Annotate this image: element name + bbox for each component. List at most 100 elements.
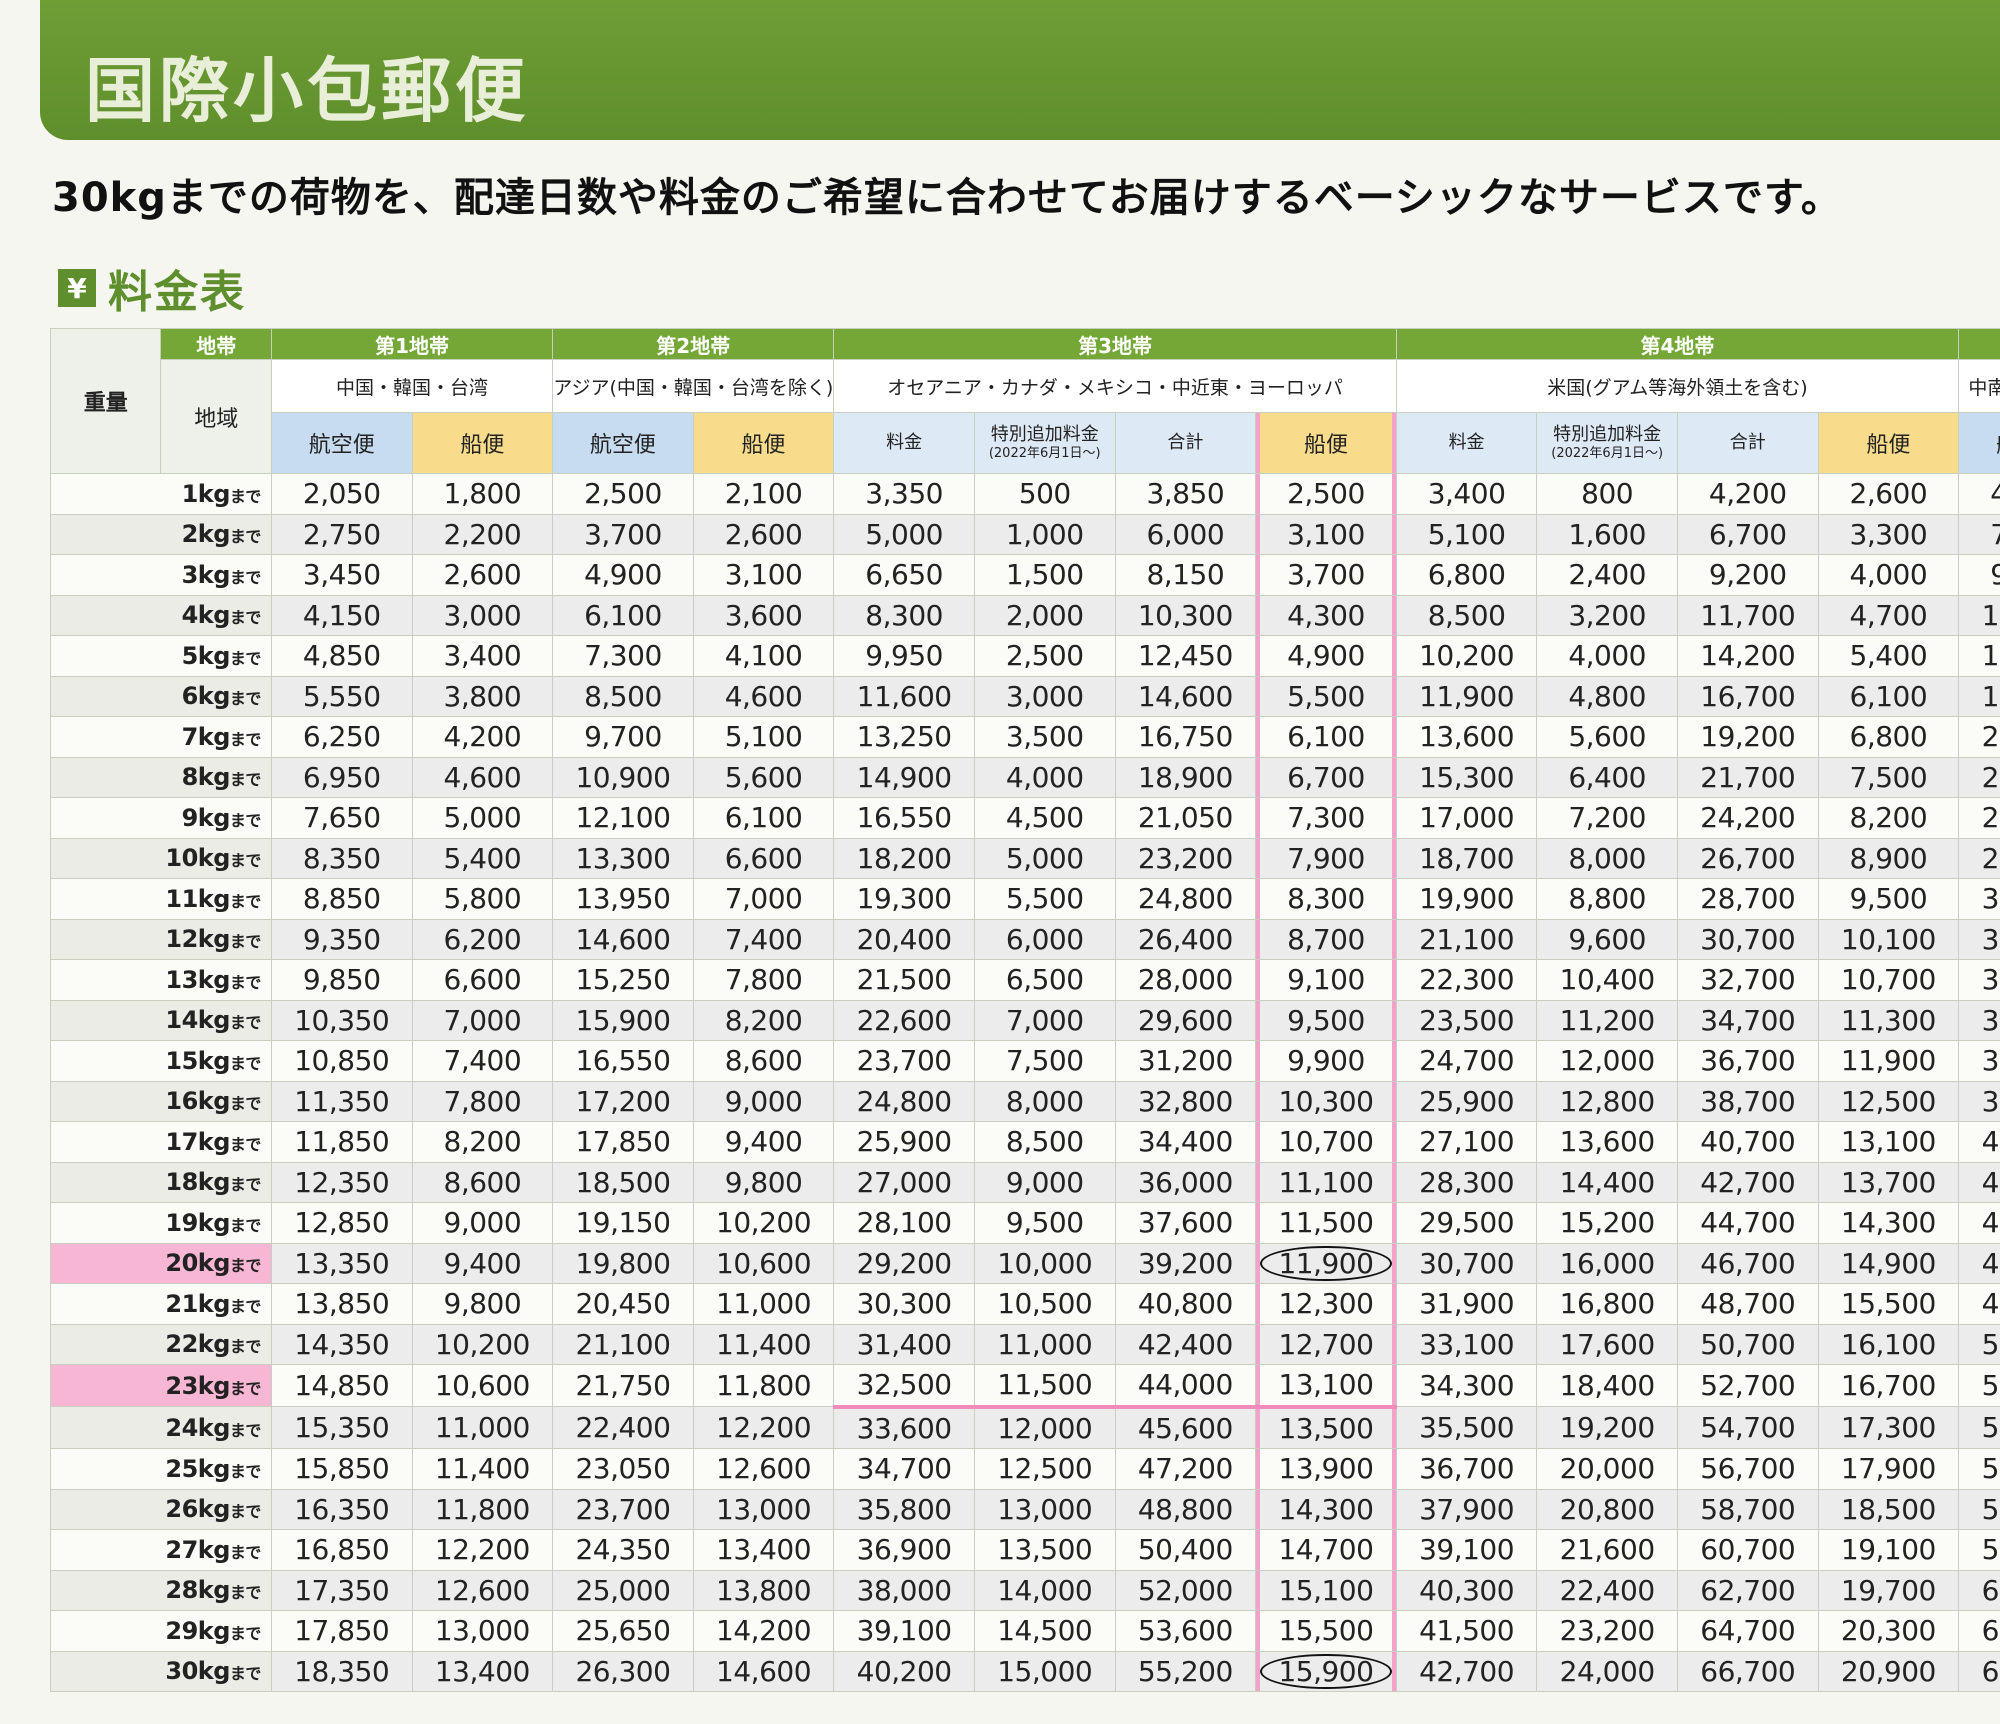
rate-cell-z2a: 23,700 bbox=[552, 1488, 694, 1530]
rate-cell-z3s: 14,300 bbox=[1255, 1488, 1397, 1530]
rate-cell-z2a: 21,750 bbox=[552, 1364, 694, 1407]
weight-cell: 1kgまで bbox=[50, 473, 272, 515]
rate-cell-z5a: 12,650 bbox=[1958, 594, 2000, 636]
weight-suffix: まで bbox=[229, 689, 262, 709]
rate-cell-z1a: 2,050 bbox=[270, 473, 413, 515]
rate-cell-z3f: 29,200 bbox=[833, 1242, 975, 1284]
zone-5-region: 中南米(メキシ bbox=[1958, 359, 2000, 413]
rate-cell-z4s: 17,900 bbox=[1817, 1448, 1960, 1490]
rate-cell-z1s: 12,200 bbox=[411, 1529, 554, 1571]
rate-cell-z5a: 46,850 bbox=[1958, 1242, 2000, 1284]
rate-cell-z4s: 11,900 bbox=[1817, 1040, 1960, 1082]
table-row: 6kgまで 5,550 3,800 8,500 4,600 11,600 3,000 14,6… bbox=[50, 675, 2000, 717]
rate-cell-z4f: 34,300 bbox=[1395, 1364, 1538, 1407]
rate-cell-z4s: 17,300 bbox=[1817, 1406, 1960, 1449]
rate-cell-z3s: 12,700 bbox=[1255, 1323, 1397, 1365]
rate-cell-z3x: 2,500 bbox=[973, 635, 1116, 677]
rate-cell-z4x: 1,600 bbox=[1536, 513, 1678, 555]
rate-cell-z4s: 11,300 bbox=[1817, 999, 1960, 1041]
rate-cell-z2s: 12,600 bbox=[692, 1448, 835, 1490]
rate-table-heading: ¥ 料金表 bbox=[58, 256, 246, 320]
zone-5-air-header: 航空便 bbox=[1958, 412, 2000, 474]
rate-cell-z1s: 5,400 bbox=[411, 837, 554, 879]
zone-4-header: 第4地帯 bbox=[1395, 328, 1960, 360]
rate-cell-z2s: 10,600 bbox=[692, 1242, 835, 1284]
rate-cell-z4f: 24,700 bbox=[1395, 1040, 1538, 1082]
rate-cell-z3t: 21,050 bbox=[1114, 797, 1257, 839]
rate-cell-z1a: 9,350 bbox=[270, 918, 413, 960]
rate-cell-z3f: 32,500 bbox=[833, 1364, 975, 1409]
rate-cell-z2a: 26,300 bbox=[552, 1650, 694, 1692]
rate-cell-z4x: 11,200 bbox=[1536, 999, 1678, 1041]
rate-cell-z3f: 25,900 bbox=[833, 1121, 975, 1163]
rate-cell-z2a: 25,650 bbox=[552, 1610, 694, 1652]
rate-cell-z3t: 42,400 bbox=[1114, 1323, 1257, 1365]
weight-suffix: まで bbox=[229, 932, 262, 952]
rate-cell-z3f: 28,100 bbox=[833, 1202, 975, 1244]
rate-cell-z5a: 39,650 bbox=[1958, 1080, 2000, 1122]
rate-cell-z1s: 7,800 bbox=[411, 1080, 554, 1122]
weight-suffix: まで bbox=[229, 729, 262, 749]
rate-cell-z4f: 30,700 bbox=[1395, 1242, 1538, 1284]
rate-cell-z4t: 42,700 bbox=[1676, 1161, 1819, 1203]
rate-cell-z3f: 27,000 bbox=[833, 1161, 975, 1203]
rate-cell-z3s: 15,100 bbox=[1255, 1569, 1397, 1611]
rate-cell-z2a: 16,550 bbox=[552, 1040, 694, 1082]
rate-table: 重量 地帯 第1地帯 第2地帯 第3地帯 第4地帯 第 地域 中国・韓国・台湾 … bbox=[50, 328, 2000, 1692]
rate-table-body: 1kgまで 2,050 1,800 2,500 2,100 3,350 500 3,850 2,… bbox=[50, 473, 2000, 1692]
rate-cell-z5a: 4,550 bbox=[1958, 473, 2000, 515]
rate-cell-z1s: 11,800 bbox=[411, 1488, 554, 1530]
rate-cell-z2a: 2,500 bbox=[552, 473, 694, 515]
rate-cell-z3t: 28,000 bbox=[1114, 959, 1257, 1001]
rate-cell-z4x: 20,800 bbox=[1536, 1488, 1678, 1530]
rate-cell-z3s: 6,700 bbox=[1255, 756, 1397, 798]
weight-suffix: まで bbox=[229, 1502, 262, 1522]
rate-cell-z3s: 11,100 bbox=[1255, 1161, 1397, 1203]
rate-cell-z4x: 16,000 bbox=[1536, 1242, 1678, 1284]
rate-cell-z3f: 23,700 bbox=[833, 1040, 975, 1082]
rate-cell-z4t: 58,700 bbox=[1676, 1488, 1819, 1530]
rate-cell-z2s: 3,600 bbox=[692, 594, 835, 636]
rate-cell-z5a: 9,950 bbox=[1958, 554, 2000, 596]
weight-value: 25kg bbox=[165, 1454, 230, 1483]
rate-cell-z2a: 6,100 bbox=[552, 594, 694, 636]
rate-cell-z4f: 39,100 bbox=[1395, 1529, 1538, 1571]
rate-cell-z3s: 4,900 bbox=[1255, 635, 1397, 677]
rate-cell-z4t: 34,700 bbox=[1676, 999, 1819, 1041]
rate-cell-z2a: 8,500 bbox=[552, 675, 694, 717]
rate-cell-z3x: 14,000 bbox=[973, 1569, 1116, 1611]
rate-cell-z3s: 10,700 bbox=[1255, 1121, 1397, 1163]
rate-cell-z4t: 44,700 bbox=[1676, 1202, 1819, 1244]
weight-suffix: まで bbox=[229, 1094, 262, 1114]
weight-suffix: まで bbox=[229, 1583, 262, 1603]
rate-cell-z4f: 36,700 bbox=[1395, 1448, 1538, 1490]
weight-cell: 30kgまで bbox=[50, 1650, 272, 1692]
rate-cell-z2a: 15,250 bbox=[552, 959, 694, 1001]
rate-cell-z4t: 56,700 bbox=[1676, 1448, 1819, 1490]
rate-cell-z4f: 21,100 bbox=[1395, 918, 1538, 960]
rate-cell-z1a: 13,350 bbox=[270, 1242, 413, 1284]
rate-cell-z1s: 5,000 bbox=[411, 797, 554, 839]
rate-cell-z2s: 14,200 bbox=[692, 1610, 835, 1652]
rate-cell-z3x: 15,000 bbox=[973, 1650, 1116, 1692]
rate-cell-z4s: 19,700 bbox=[1817, 1569, 1960, 1611]
rate-cell-z3f: 35,800 bbox=[833, 1488, 975, 1530]
rate-cell-z3x: 13,000 bbox=[973, 1488, 1116, 1530]
rate-cell-z5a: 54,050 bbox=[1958, 1406, 2000, 1449]
rate-cell-z4f: 13,600 bbox=[1395, 716, 1538, 758]
rate-cell-z4f: 17,000 bbox=[1395, 797, 1538, 839]
rate-cell-z2a: 20,450 bbox=[552, 1283, 694, 1325]
weight-cell: 25kgまで bbox=[50, 1448, 272, 1490]
rate-cell-z3f: 14,900 bbox=[833, 756, 975, 798]
rate-cell-z3f: 33,600 bbox=[833, 1406, 975, 1449]
rate-cell-z2s: 11,000 bbox=[692, 1283, 835, 1325]
rate-cell-z4f: 29,500 bbox=[1395, 1202, 1538, 1244]
rate-cell-z2a: 13,300 bbox=[552, 837, 694, 879]
table-row: 20kgまで 13,350 9,400 19,800 10,600 29,200 10,00… bbox=[50, 1242, 2000, 1284]
rate-cell-z4x: 9,600 bbox=[1536, 918, 1678, 960]
table-row: 14kgまで 10,350 7,000 15,900 8,200 22,600 7,000 2… bbox=[50, 999, 2000, 1041]
rate-cell-z1s: 3,000 bbox=[411, 594, 554, 636]
zone-1-air-header: 航空便 bbox=[270, 412, 413, 474]
zone-3-fee-header: 料金 bbox=[833, 412, 975, 474]
rate-cell-z2a: 3,700 bbox=[552, 513, 694, 555]
